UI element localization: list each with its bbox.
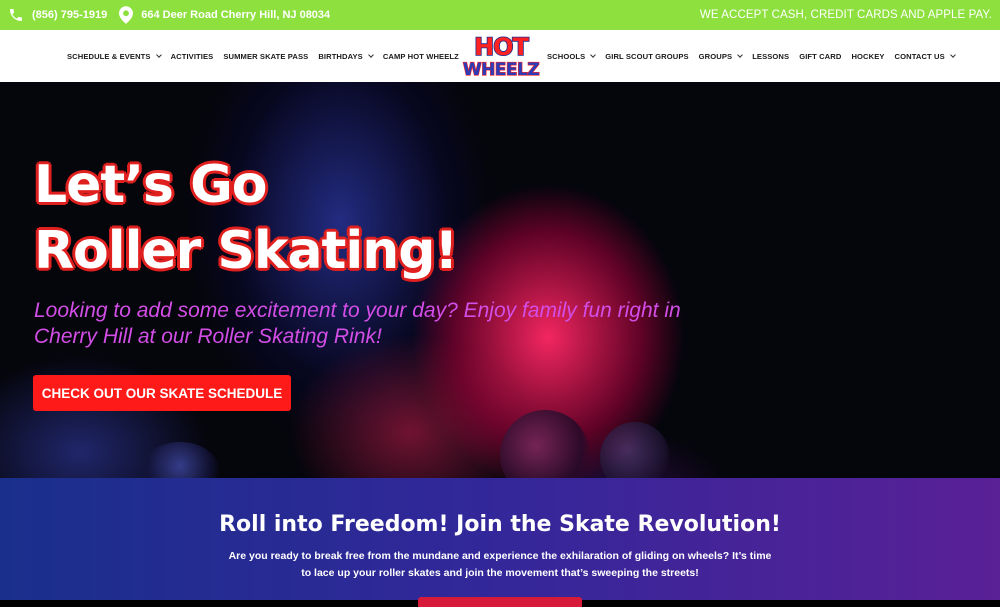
- hot-wheelz-logo[interactable]: HOT WHEELZ: [458, 33, 544, 79]
- hero-heading: Let’s Go Roller Skating!: [34, 152, 458, 284]
- hero-heading-line1: Let’s Go: [34, 155, 267, 215]
- nav-item-gift-card[interactable]: GIFT CARD: [799, 52, 841, 61]
- skate-wheel-image: [600, 422, 670, 478]
- promo-section: Roll into Freedom! Join the Skate Revolu…: [0, 478, 1000, 607]
- chevron-down-icon: [155, 51, 162, 58]
- address-text[interactable]: 664 Deer Road Cherry Hill, NJ 08034: [141, 9, 330, 21]
- nav-item-label: ACTIVITIES: [170, 51, 214, 61]
- nav-item-camp-hot-wheelz[interactable]: CAMP HOT WHEELZ: [383, 52, 459, 61]
- top-info-bar: (856) 795-1919 664 Deer Road Cherry Hill…: [0, 0, 1000, 30]
- map-pin-icon: [119, 6, 134, 24]
- nav-item-girl-scout-groups[interactable]: GIRL SCOUT GROUPS: [605, 52, 688, 61]
- nav-item-contact-us[interactable]: CONTACT US: [894, 51, 956, 61]
- nav-item-label: GIFT CARD: [799, 51, 842, 61]
- payment-notice: WE ACCEPT CASH, CREDIT CARDS AND APPLE P…: [699, 9, 992, 21]
- promo-button[interactable]: [418, 597, 582, 607]
- nav-item-label: CONTACT US: [894, 51, 945, 61]
- hero-banner: Let’s Go Roller Skating! Looking to add …: [0, 82, 1000, 478]
- phone-number[interactable]: (856) 795-1919: [32, 9, 107, 21]
- promo-paragraph: Are you ready to break free from the mun…: [228, 550, 772, 579]
- nav-item-label: LESSONS: [752, 51, 790, 61]
- chevron-down-icon: [737, 51, 744, 58]
- nav-item-label: SCHEDULE & EVENTS: [67, 51, 151, 61]
- nav-left-group: SCHEDULE & EVENTS ACTIVITIES SUMMER SKATE …: [67, 30, 469, 82]
- skate-wheel-image: [140, 442, 220, 478]
- logo-wheelz-text: WHEELZ: [463, 60, 540, 79]
- nav-item-label: HOCKEY: [851, 51, 885, 61]
- skate-schedule-button[interactable]: CHECK OUT OUR SKATE SCHEDULE: [33, 375, 291, 411]
- nav-item-label: SUMMER SKATE PASS: [223, 51, 309, 61]
- chevron-down-icon: [590, 51, 597, 58]
- nav-item-schedule-events[interactable]: SCHEDULE & EVENTS: [67, 51, 162, 61]
- nav-right-group: SCHOOLS GIRL SCOUT GROUPS GROUPS LESSONS GIF…: [547, 30, 965, 82]
- phone-icon: [10, 9, 22, 21]
- hero-subtitle: Looking to add some excitement to your d…: [34, 299, 681, 348]
- nav-item-groups[interactable]: GROUPS: [698, 51, 744, 61]
- logo-hot-text: HOT: [474, 33, 529, 61]
- nav-item-label: BIRTHDAYS: [318, 51, 363, 61]
- nav-item-activities[interactable]: ACTIVITIES: [171, 52, 214, 61]
- chevron-down-icon: [949, 51, 956, 58]
- nav-item-lessons[interactable]: LESSONS: [752, 52, 789, 61]
- hero-heading-line2: Roller Skating!: [34, 221, 458, 281]
- nav-item-label: GIRL SCOUT GROUPS: [605, 51, 689, 61]
- nav-item-hockey[interactable]: HOCKEY: [851, 52, 884, 61]
- chevron-down-icon: [367, 51, 374, 58]
- phone-link[interactable]: (856) 795-1919: [8, 7, 107, 23]
- promo-heading: Roll into Freedom! Join the Skate Revolu…: [219, 512, 781, 537]
- nav-item-birthdays[interactable]: BIRTHDAYS: [318, 51, 374, 61]
- nav-item-schools[interactable]: SCHOOLS: [547, 51, 597, 61]
- nav-item-label: SCHOOLS: [547, 51, 586, 61]
- address-link[interactable]: 664 Deer Road Cherry Hill, NJ 08034: [119, 6, 330, 24]
- nav-item-label: GROUPS: [698, 51, 733, 61]
- nav-item-label: CAMP HOT WHEELZ: [382, 51, 459, 61]
- skate-wheel-image: [500, 410, 590, 478]
- nav-item-summer-skate-pass[interactable]: SUMMER SKATE PASS: [223, 52, 308, 61]
